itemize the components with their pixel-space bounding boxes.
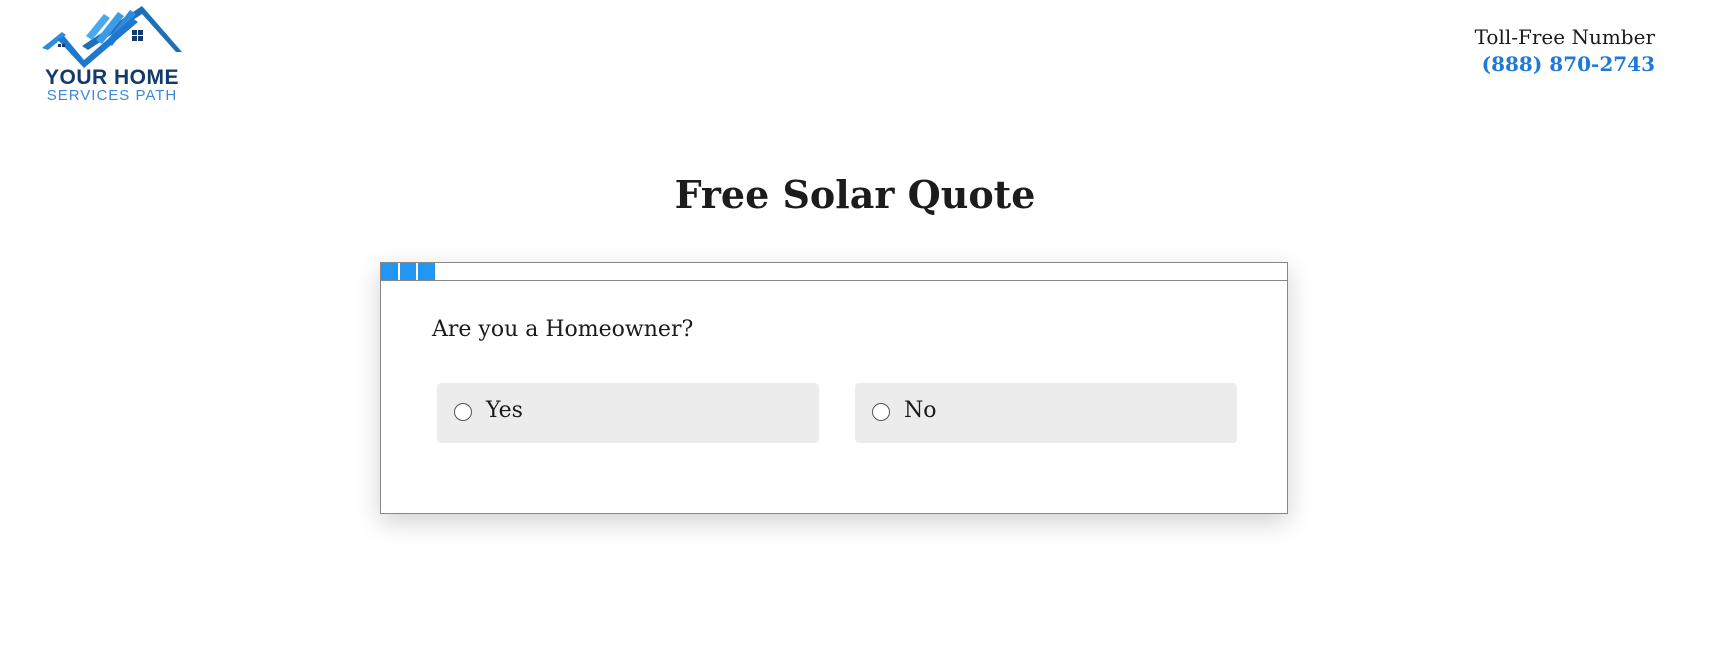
progress-bar: [381, 263, 1287, 281]
option-no-button[interactable]: No: [855, 383, 1237, 443]
radio-no[interactable]: [872, 403, 890, 421]
question-text: Are you a Homeowner?: [432, 317, 694, 342]
phone-link[interactable]: (888) 870-2743: [1475, 50, 1655, 78]
brand-logo[interactable]: YOUR HOME SERVICES PATH: [42, 6, 182, 104]
progress-segment-divider: [416, 263, 418, 280]
contact-label: Toll-Free Number: [1474, 25, 1655, 49]
progress-segment-divider: [398, 263, 400, 280]
page-title: Free Solar Quote: [674, 172, 1036, 217]
option-no-label: No: [904, 398, 937, 423]
brand-tagline: SERVICES PATH: [46, 87, 178, 104]
quote-form-card: Are you a Homeowner? Yes No: [380, 262, 1288, 514]
option-yes-label: Yes: [486, 398, 523, 423]
house-roof-checkmark-icon: [42, 6, 182, 68]
radio-yes[interactable]: [454, 403, 472, 421]
contact-block: Toll-Free Number (888) 870-2743: [1475, 24, 1655, 78]
site-header: YOUR HOME SERVICES PATH Toll-Free Number…: [0, 0, 1710, 140]
option-yes-button[interactable]: Yes: [437, 383, 819, 443]
progress-bar-fill: [381, 263, 435, 280]
